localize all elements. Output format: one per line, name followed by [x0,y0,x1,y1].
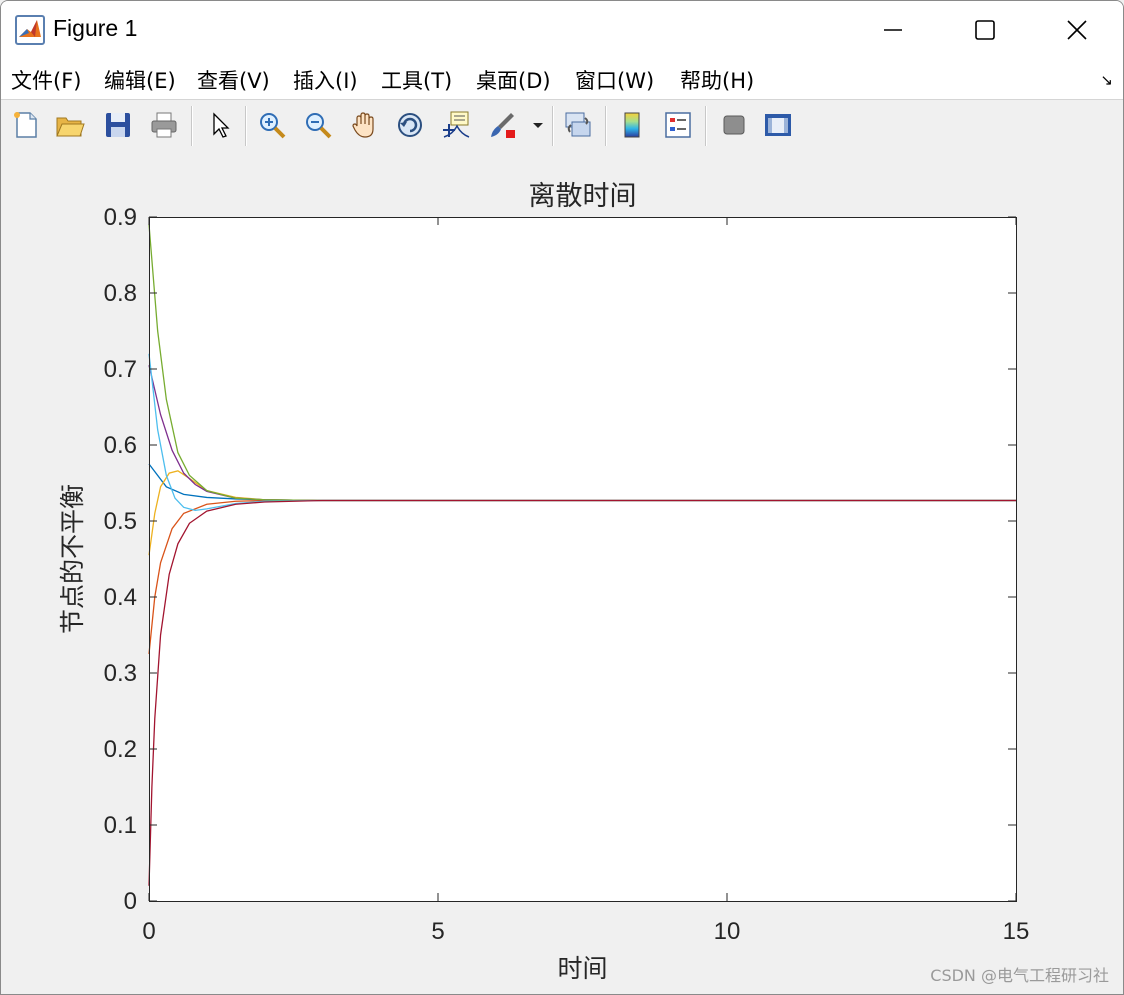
figure-toolbar [1,99,1123,153]
rotate-3d-icon [398,113,422,137]
minimize-button[interactable] [847,1,939,59]
minimize-icon [884,29,902,31]
menu-desktop[interactable]: 桌面(D) [476,65,551,95]
toolbar-separator [705,106,707,146]
data-cursor-icon [443,111,470,138]
hide-plot-tools-button[interactable] [717,108,751,142]
toolbar-separator [552,106,554,146]
window-title: Figure 1 [53,15,138,41]
rotate-3d-button[interactable] [393,108,427,142]
brush-dropdown-icon [533,123,543,128]
zoom-out-button[interactable] [301,108,335,142]
toolbar-separator [191,106,193,146]
x-tick-label: 15 [1003,918,1030,945]
link-plot-button[interactable] [561,108,595,142]
maximize-icon [975,20,995,40]
pointer-arrow-icon [213,112,230,138]
x-axis-label: 时间 [557,955,607,983]
data-cursor-button[interactable] [439,108,473,142]
new-figure-button[interactable] [9,108,43,142]
x-tick-label: 5 [431,918,444,945]
pan-button[interactable] [347,108,381,142]
menu-window[interactable]: 窗口(W) [575,65,654,95]
save-icon [106,113,130,137]
link-plot-icon [565,112,591,137]
axes-background [149,217,1016,901]
hide-plot-tools-icon [723,115,745,135]
y-tick-label: 0.7 [104,356,137,383]
pointer-button[interactable] [203,108,237,142]
y-tick-label: 0.1 [104,812,137,839]
new-figure-icon [14,112,37,138]
zoom-in-button[interactable] [255,108,289,142]
watermark-text: CSDN @电气工程研习社 [930,966,1109,985]
y-tick-label: 0.9 [104,204,137,231]
figure-canvas[interactable]: 0 5 10 15 0 0.1 0.2 0.3 0.4 0.5 0.6 0.7 0.8 0.9 离散时间 … [1,152,1123,994]
show-plot-tools-button[interactable] [761,108,795,142]
menu-bar: 文件(F) 编辑(E) 查看(V) 插入(I) 工具(T) 桌面(D) 窗口(W… [1,59,1123,99]
figure-window: Figure 1 文件(F) 编辑(E) 查看(V) 插入(I) 工具(T) 桌… [0,0,1124,995]
open-file-button[interactable] [53,108,87,142]
print-icon [151,112,177,138]
y-axis-label: 节点的不平衡 [59,484,87,634]
show-plot-tools-icon [765,114,791,136]
y-tick-label: 0.6 [104,432,137,459]
title-bar[interactable]: Figure 1 [1,1,1123,59]
toolbar-separator [245,106,247,146]
y-tick-label: 0 [124,888,137,915]
brush-dropdown-button[interactable] [529,108,547,142]
menu-tools[interactable]: 工具(T) [381,65,452,95]
menu-insert[interactable]: 插入(I) [293,65,358,95]
y-tick-label: 0.2 [104,736,137,763]
y-tick-label: 0.8 [104,280,137,307]
chart-title: 离散时间 [529,181,637,211]
y-tick-label: 0.5 [104,508,137,535]
legend-button[interactable] [661,108,695,142]
x-tick-label: 10 [714,918,741,945]
close-button[interactable] [1031,1,1123,59]
menu-file[interactable]: 文件(F) [11,65,81,95]
matlab-logo-icon [15,15,45,45]
save-button[interactable] [101,108,135,142]
menu-view[interactable]: 查看(V) [197,65,270,95]
print-button[interactable] [147,108,181,142]
menu-edit[interactable]: 编辑(E) [104,65,176,95]
zoom-in-icon [260,113,286,139]
y-tick-label: 0.3 [104,660,137,687]
open-file-icon [56,117,85,137]
line-chart[interactable]: 0 5 10 1500.10.20.30.40.50.60.70.80.9 离散时间 … [1,152,1123,994]
zoom-out-icon [306,113,332,139]
pan-hand-icon [352,112,374,138]
toolbar-separator [605,106,607,146]
y-tick-label: 0.4 [104,584,137,611]
colorbar-icon [624,112,640,138]
colorbar-button[interactable] [615,108,649,142]
legend-icon [665,112,691,138]
dock-arrow-icon[interactable]: ↘ [1100,71,1113,89]
brush-button[interactable] [485,108,519,142]
close-icon [1067,20,1087,40]
x-tick-label: 0 [142,918,155,945]
menu-help[interactable]: 帮助(H) [680,65,754,95]
brush-icon [491,113,515,138]
maximize-button[interactable] [939,1,1031,59]
